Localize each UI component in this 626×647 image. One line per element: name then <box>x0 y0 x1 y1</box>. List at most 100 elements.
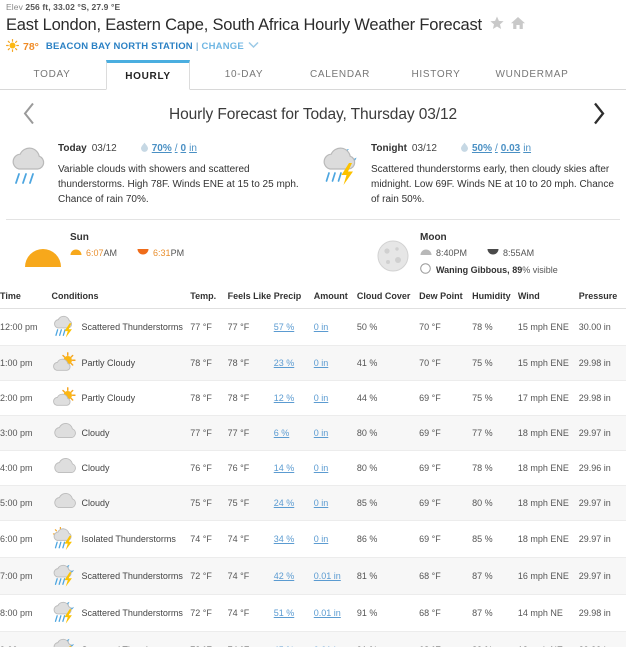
col-header-cloud-cover[interactable]: Cloud Cover <box>356 285 420 309</box>
cell-time: 2:00 pm <box>0 380 52 416</box>
precip-link[interactable]: 34 % <box>274 534 295 544</box>
moon-phase-icon <box>420 263 431 276</box>
forecast-panels: Today 03/12 70% / 0 in Variable clouds w… <box>0 137 626 207</box>
cell-wind: 18 mph ENE <box>517 415 579 451</box>
cell-precip[interactable]: 6 % <box>273 415 314 451</box>
cell-amount[interactable]: 0 in <box>313 450 357 486</box>
tab-history[interactable]: HISTORY <box>394 69 478 89</box>
cell-dew-point: 69 °F <box>419 485 473 521</box>
col-header-precip[interactable]: Precip <box>273 285 314 309</box>
col-header-feels-like[interactable]: Feels Like <box>227 285 274 309</box>
cell-precip[interactable]: 42 % <box>273 557 314 595</box>
precip-link[interactable]: 6 % <box>274 428 290 438</box>
cell-amount[interactable]: 0.01 in <box>313 594 357 632</box>
cell-amount[interactable]: 0 in <box>313 485 357 521</box>
col-header-dew-point[interactable]: Dew Point <box>419 285 473 309</box>
cell-precip[interactable]: 45 % <box>273 631 314 647</box>
cell-conditions: Scattered Thunderstorms <box>51 594 191 632</box>
precip-amount[interactable]: 0 <box>181 143 187 154</box>
cloudy-icon <box>52 492 82 514</box>
cell-precip[interactable]: 14 % <box>273 450 314 486</box>
amount-link[interactable]: 0 in <box>314 534 329 544</box>
tab-calendar[interactable]: CALENDAR <box>298 69 382 89</box>
amount-link[interactable]: 0 in <box>314 463 329 473</box>
cell-conditions: Scattered Thunderstorms <box>51 557 191 595</box>
cell-amount[interactable]: 0.01 in <box>313 631 357 647</box>
home-icon[interactable] <box>510 15 526 36</box>
moon-times: 8:40 PM 8:55 AM <box>420 248 558 258</box>
moonrise-icon <box>420 248 432 258</box>
precip-link[interactable]: 14 % <box>274 463 295 473</box>
sunset-icon <box>137 248 149 258</box>
col-header-wind[interactable]: Wind <box>517 285 579 309</box>
sunrise-icon <box>70 248 82 258</box>
precip-link[interactable]: 51 % <box>274 608 295 618</box>
cell-dew-point: 69 °F <box>419 380 473 416</box>
cell-amount[interactable]: 0 in <box>313 308 357 346</box>
cell-precip[interactable]: 23 % <box>273 345 314 381</box>
precip-pct[interactable]: 70% <box>152 143 172 154</box>
cell-humidity: 89 % <box>472 631 518 647</box>
amount-link[interactable]: 0.01 in <box>314 608 341 618</box>
col-header-amount[interactable]: Amount <box>313 285 357 309</box>
precip-link[interactable]: 23 % <box>274 358 295 368</box>
tab-10-day[interactable]: 10-DAY <box>202 69 286 89</box>
precip-link[interactable]: 12 % <box>274 393 295 403</box>
cell-precip[interactable]: 34 % <box>273 520 314 558</box>
tab-today[interactable]: TODAY <box>10 69 94 89</box>
precip-link[interactable]: 57 % <box>274 322 295 332</box>
forecast-date: 03/12 <box>411 143 437 154</box>
col-header-conditions[interactable]: Conditions <box>51 285 191 309</box>
cell-amount[interactable]: 0 in <box>313 345 357 381</box>
star-icon[interactable] <box>489 15 505 36</box>
cell-precip[interactable]: 12 % <box>273 380 314 416</box>
forecast-panel-tonight: Tonight 03/12 50% / 0.03 in Scattered th… <box>313 139 626 207</box>
cell-dew-point: 69 °F <box>419 415 473 451</box>
precip-amount[interactable]: 0.03 <box>501 143 520 154</box>
cell-time: 12:00 pm <box>0 308 52 346</box>
precip-link[interactable]: 24 % <box>274 498 295 508</box>
amount-link[interactable]: 0 in <box>314 498 329 508</box>
forecast-precip-today[interactable]: 70% / 0 in <box>140 142 197 155</box>
cell-humidity: 78 % <box>472 308 518 346</box>
col-header-temp[interactable]: Temp. <box>190 285 228 309</box>
col-header-pressure[interactable]: Pressure <box>578 285 626 309</box>
forecast-precip-tonight[interactable]: 50% / 0.03 in <box>460 142 531 155</box>
tab-wundermap[interactable]: WUNDERMAP <box>490 69 574 89</box>
amount-link[interactable]: 0 in <box>314 358 329 368</box>
cell-cloud-cover: 85 % <box>356 485 420 521</box>
precip-pct[interactable]: 50% <box>472 143 492 154</box>
col-header-time[interactable]: Time <box>0 285 52 309</box>
cell-amount[interactable]: 0 in <box>313 520 357 558</box>
tab-hourly[interactable]: HOURLY <box>106 60 190 90</box>
cell-cloud-cover: 80 % <box>356 415 420 451</box>
sunset-time: 6:31 <box>153 248 171 258</box>
chevron-right-icon[interactable] <box>591 102 606 129</box>
cell-conditions: Cloudy <box>51 415 191 451</box>
cell-conditions: Partly Cloudy <box>51 380 191 416</box>
cell-amount[interactable]: 0.01 in <box>313 557 357 595</box>
precip-link[interactable]: 42 % <box>274 571 295 581</box>
cell-wind: 18 mph ENE <box>517 485 579 521</box>
col-header-humidity[interactable]: Humidity <box>472 285 518 309</box>
change-station-link[interactable]: CHANGE <box>202 41 244 52</box>
cell-amount[interactable]: 0 in <box>313 415 357 451</box>
chevron-down-icon[interactable] <box>248 41 259 52</box>
station-name[interactable]: BEACON BAY NORTH STATION <box>46 41 193 52</box>
cell-pressure: 29.99 in <box>578 631 626 647</box>
cell-precip[interactable]: 24 % <box>273 485 314 521</box>
amount-link[interactable]: 0.01 in <box>314 571 341 581</box>
cell-wind: 18 mph ENE <box>517 450 579 486</box>
amount-link[interactable]: 0 in <box>314 393 329 403</box>
page-title: East London, Eastern Cape, South Africa … <box>6 15 482 34</box>
moonset-time: 8:55 <box>503 248 521 258</box>
amount-link[interactable]: 0 in <box>314 322 329 332</box>
cell-precip[interactable]: 57 % <box>273 308 314 346</box>
cell-precip[interactable]: 51 % <box>273 594 314 632</box>
cell-amount[interactable]: 0 in <box>313 380 357 416</box>
amount-link[interactable]: 0 in <box>314 428 329 438</box>
cell-humidity: 87 % <box>472 557 518 595</box>
chevron-left-icon[interactable] <box>22 102 37 129</box>
conditions-label: Scattered Thunderstorms <box>81 608 183 618</box>
cell-pressure: 29.98 in <box>578 345 626 381</box>
